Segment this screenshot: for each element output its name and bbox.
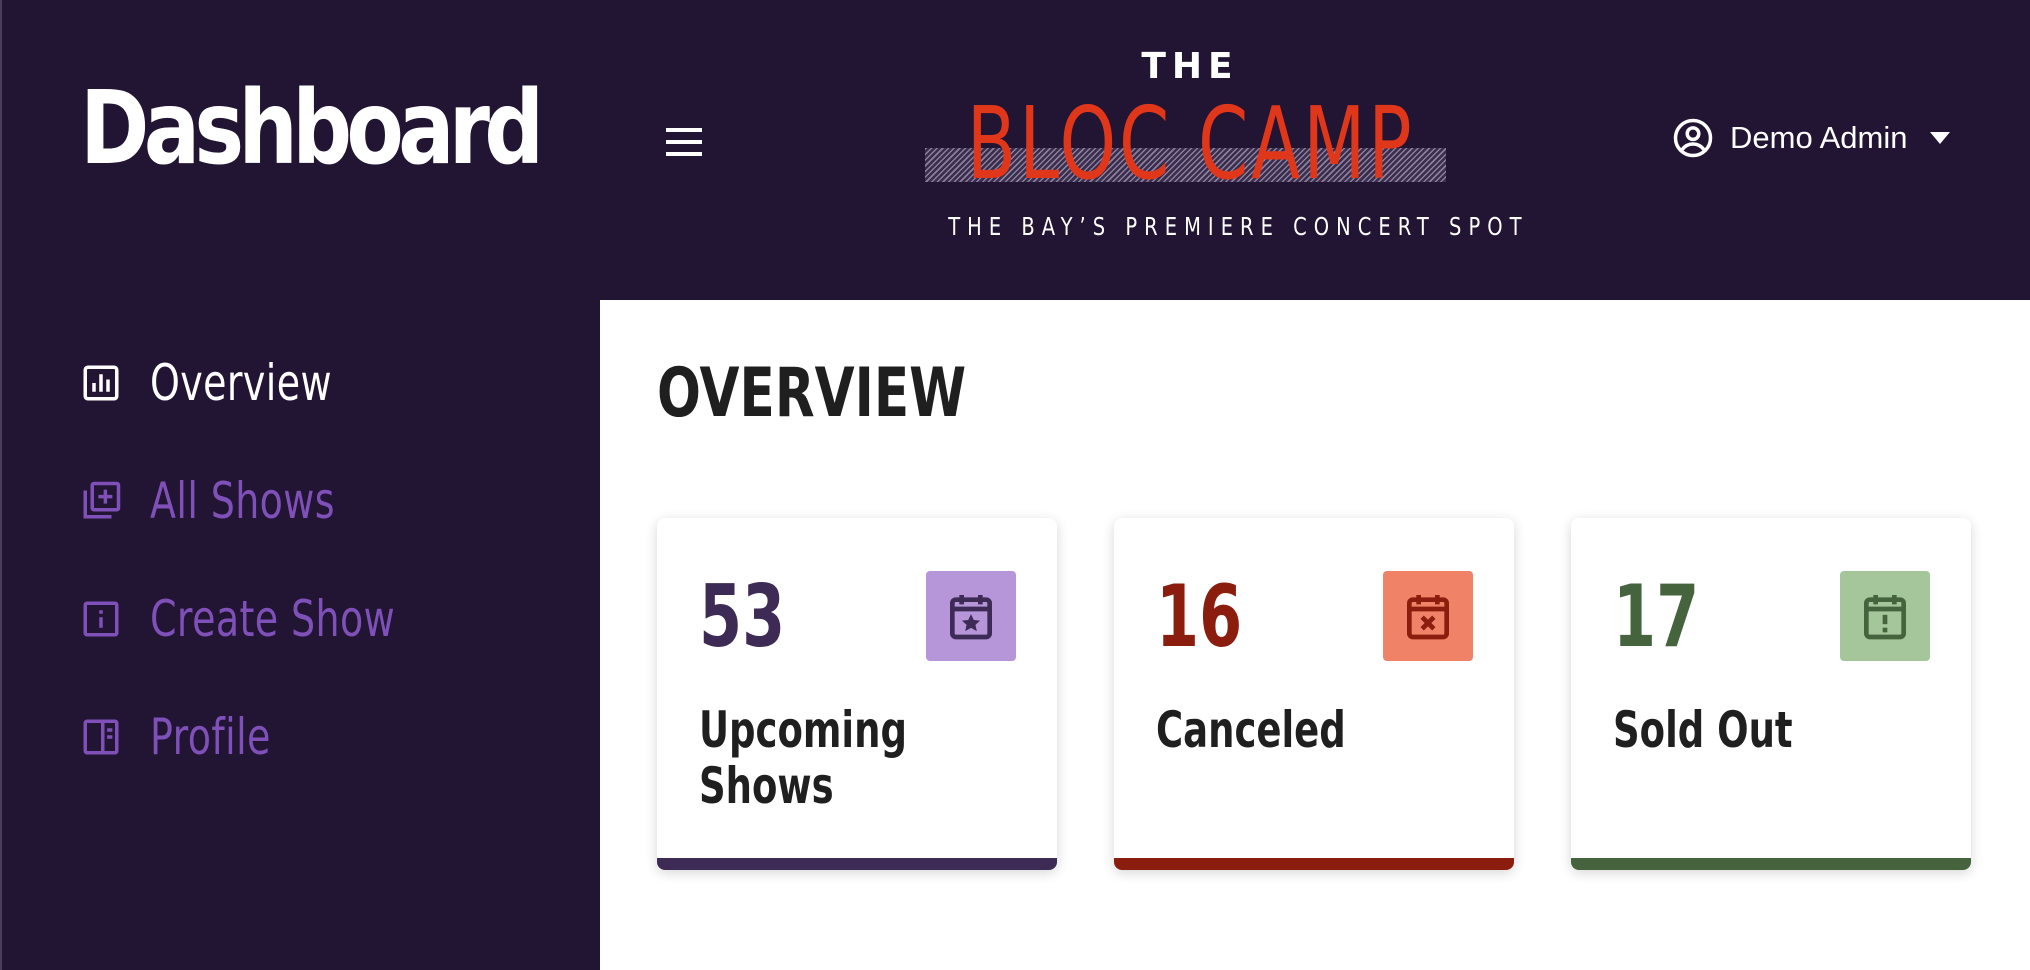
info-icon xyxy=(83,601,119,637)
logo-the: THE xyxy=(1141,46,1239,87)
caret-down-icon xyxy=(1930,132,1951,144)
sidebar-item-create-show[interactable]: Create Show xyxy=(80,586,472,704)
bar-chart-icon xyxy=(83,365,119,401)
card-icon-badge xyxy=(926,571,1016,661)
card-label: Upcoming Shows xyxy=(699,701,907,815)
card-label: Canceled xyxy=(1156,701,1346,759)
account-circle-icon xyxy=(1673,118,1713,158)
card-icon-badge xyxy=(1383,571,1473,661)
sidebar-nav: Overview All Shows Create Show Profile xyxy=(80,350,472,822)
card-accent-bar xyxy=(1114,858,1514,870)
card-count: 53 xyxy=(699,567,786,667)
card-label: Sold Out xyxy=(1613,701,1793,759)
card-accent-bar xyxy=(1571,858,1971,870)
top-header: THE BLOC CAMP THE BAY’S PREMIERE CONCERT… xyxy=(600,0,2030,300)
page-title: OVERVIEW xyxy=(657,354,967,433)
profile-panel-icon xyxy=(83,719,119,755)
user-name: Demo Admin xyxy=(1730,120,1908,155)
hamburger-menu-icon[interactable] xyxy=(664,124,704,160)
sidebar-item-label: Profile xyxy=(150,708,271,766)
card-accent-bar xyxy=(657,858,1057,870)
sidebar-item-label: Create Show xyxy=(150,590,396,648)
stat-card-sold-out[interactable]: 17 Sold Out xyxy=(1571,518,1971,870)
logo-name: BLOC CAMP xyxy=(966,85,1415,202)
card-count: 16 xyxy=(1156,567,1243,667)
sidebar-title: Dashboard xyxy=(80,69,544,188)
logo-tagline: THE BAY’S PREMIERE CONCERT SPOT xyxy=(948,212,1529,241)
sidebar: Dashboard Overview All Shows Create Show… xyxy=(0,0,600,970)
user-menu[interactable]: Demo Admin xyxy=(1672,116,1951,160)
sidebar-item-label: All Shows xyxy=(150,472,335,530)
card-icon-badge xyxy=(1840,571,1930,661)
card-count: 17 xyxy=(1613,567,1700,667)
library-add-icon xyxy=(83,481,121,519)
calendar-star-icon xyxy=(950,595,992,640)
calendar-alert-icon xyxy=(1864,595,1906,640)
sidebar-item-profile[interactable]: Profile xyxy=(80,704,472,822)
brand-logo[interactable]: THE BLOC CAMP THE BAY’S PREMIERE CONCERT… xyxy=(880,38,1529,258)
calendar-x-icon xyxy=(1407,595,1449,640)
stat-card-canceled[interactable]: 16 Canceled xyxy=(1114,518,1514,870)
sidebar-item-overview[interactable]: Overview xyxy=(80,350,472,468)
app-root: Dashboard Overview All Shows Create Show… xyxy=(0,0,2030,970)
main-content: OVERVIEW 53 Upcoming Shows 16 Canceled 1… xyxy=(600,300,2030,970)
stat-card-upcoming[interactable]: 53 Upcoming Shows xyxy=(657,518,1057,870)
sidebar-item-label: Overview xyxy=(150,354,332,412)
sidebar-item-all-shows[interactable]: All Shows xyxy=(80,468,472,586)
